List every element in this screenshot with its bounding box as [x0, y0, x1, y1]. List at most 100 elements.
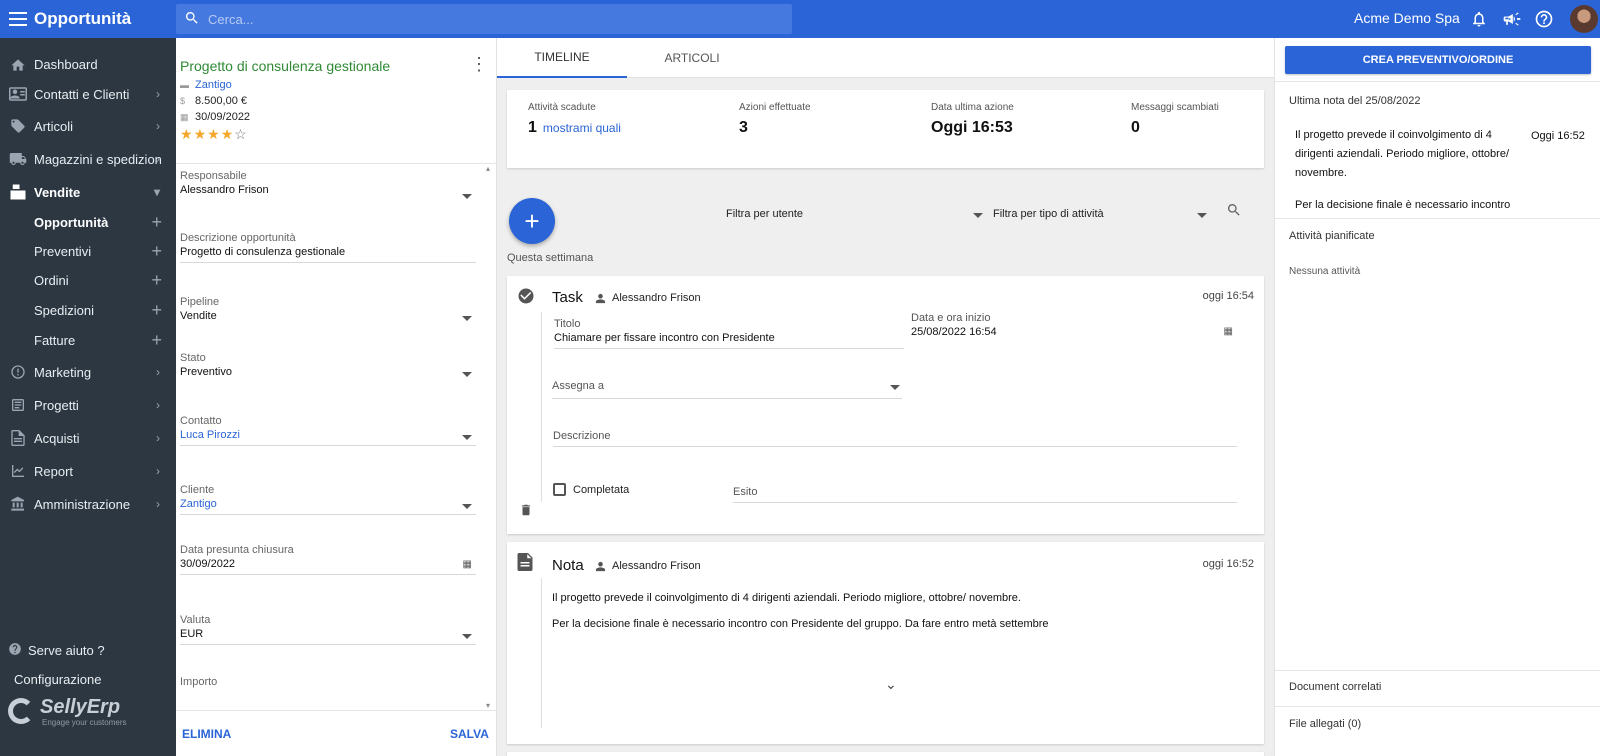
sidebar-subitem-fatture[interactable]: Fatture +: [0, 326, 176, 354]
filter-user-select[interactable]: Filtra per utente: [726, 208, 803, 220]
more-options-icon[interactable]: ⋮: [470, 54, 488, 75]
company-name[interactable]: Acme Demo Spa: [1354, 10, 1460, 26]
tab-bar: TIMELINE ARTICOLI: [497, 38, 1274, 78]
sidebar-item-label: Articoli: [34, 118, 74, 134]
add-ordine-icon[interactable]: +: [151, 270, 162, 291]
scroll-down-icon[interactable]: ▾: [486, 701, 490, 710]
sidebar-subitem-opportunita[interactable]: Opportunità +: [0, 208, 176, 236]
sidebar: Dashboard Contatti e Clienti › Articoli …: [0, 38, 176, 756]
user-avatar[interactable]: [1570, 5, 1598, 33]
search-input[interactable]: [208, 11, 768, 27]
sidebar-subitem-ordini[interactable]: Ordini +: [0, 266, 176, 294]
amount-value: 8.500,00 €: [195, 95, 247, 107]
sidebar-item-marketing[interactable]: Marketing ›: [0, 358, 176, 386]
importo-field[interactable]: Importo: [180, 676, 476, 704]
pipeline-field[interactable]: Pipeline Vendite: [180, 296, 476, 324]
dropdown-caret-icon[interactable]: [462, 504, 472, 509]
company-link[interactable]: Zantigo: [195, 79, 232, 91]
search-icon[interactable]: [1226, 202, 1242, 221]
add-opportunita-icon[interactable]: +: [151, 212, 162, 233]
dropdown-caret-icon[interactable]: [973, 213, 983, 218]
save-button[interactable]: SALVA: [450, 727, 489, 741]
sidebar-subitem-spedizioni[interactable]: Spedizioni +: [0, 296, 176, 324]
tab-articoli[interactable]: ARTICOLI: [627, 38, 757, 78]
dropdown-caret-icon[interactable]: [462, 316, 472, 321]
sidebar-item-vendite[interactable]: Vendite ▾: [0, 178, 176, 206]
show-overdue-link[interactable]: mostrami quali: [543, 121, 621, 135]
field-value[interactable]: Preventivo: [180, 366, 476, 380]
field-value[interactable]: Progetto di consulenza gestionale: [180, 246, 476, 260]
search-bar[interactable]: [176, 4, 792, 34]
contatto-field[interactable]: Contatto Luca Pirozzi: [180, 415, 476, 446]
help-icon[interactable]: [1534, 9, 1554, 29]
add-fattura-icon[interactable]: +: [151, 330, 162, 351]
field-value[interactable]: Chiamare per fissare incontro con Presid…: [554, 332, 904, 344]
help-link[interactable]: Serve aiuto ?: [8, 642, 105, 659]
add-preventivo-icon[interactable]: +: [151, 241, 162, 262]
sidebar-item-report[interactable]: Report ›: [0, 457, 176, 485]
dollar-icon: $: [180, 96, 186, 106]
create-quote-order-button[interactable]: CREA PREVENTIVO/ORDINE: [1285, 46, 1591, 74]
sidebar-item-magazzini[interactable]: Magazzini e spedizion ›: [0, 145, 176, 173]
responsabile-field[interactable]: Responsabile Alessandro Frison: [180, 170, 476, 199]
scroll-up-icon[interactable]: ▴: [486, 164, 490, 173]
field-value[interactable]: Zantigo: [180, 498, 476, 512]
task-descrizione-field[interactable]: Descrizione: [553, 430, 1237, 447]
valuta-field[interactable]: Valuta EUR: [180, 614, 476, 645]
sidebar-item-amministrazione[interactable]: Amministrazione ›: [0, 490, 176, 518]
expand-chevron-icon[interactable]: ⌄: [885, 676, 897, 693]
delete-button[interactable]: ELIMINA: [182, 727, 231, 741]
related-documents-link[interactable]: Document correlati: [1289, 681, 1381, 693]
star-icon[interactable]: ★: [207, 126, 221, 142]
chevron-right-icon: ›: [156, 464, 160, 478]
star-icon[interactable]: ★: [194, 126, 208, 142]
field-value[interactable]: [180, 690, 476, 704]
sidebar-item-articoli[interactable]: Articoli ›: [0, 112, 176, 140]
star-icon[interactable]: ★: [180, 126, 194, 142]
task-data-field[interactable]: Data e ora inizio 25/08/2022 16:54 ▦: [911, 312, 1237, 338]
calendar-icon[interactable]: ▦: [1224, 326, 1233, 337]
field-value[interactable]: Vendite: [180, 310, 476, 324]
attached-files-link[interactable]: File allegati (0): [1289, 718, 1361, 730]
megaphone-icon[interactable]: [1502, 9, 1522, 29]
dropdown-caret-icon[interactable]: [1197, 213, 1207, 218]
field-value[interactable]: Alessandro Frison: [180, 184, 476, 198]
star-icon[interactable]: ★: [221, 126, 235, 142]
hamburger-menu-icon[interactable]: [4, 0, 32, 38]
dropdown-caret-icon[interactable]: [462, 372, 472, 377]
tab-timeline[interactable]: TIMELINE: [497, 38, 627, 78]
field-value[interactable]: 30/09/2022: [180, 558, 476, 572]
check-circle-icon[interactable]: [517, 287, 535, 308]
star-empty-icon[interactable]: ☆: [234, 126, 248, 142]
sidebar-item-acquisti[interactable]: Acquisti ›: [0, 424, 176, 452]
dropdown-caret-icon[interactable]: [462, 634, 472, 639]
field-value[interactable]: EUR: [180, 628, 476, 642]
add-spedizione-icon[interactable]: +: [151, 300, 162, 321]
sidebar-subitem-preventivi[interactable]: Preventivi +: [0, 237, 176, 265]
field-value[interactable]: Luca Pirozzi: [180, 429, 476, 443]
chiusura-field[interactable]: Data presunta chiusura 30/09/2022 ▦: [180, 544, 476, 575]
calendar-icon[interactable]: ▦: [463, 559, 472, 570]
config-link[interactable]: Configurazione: [14, 672, 101, 687]
task-titolo-field[interactable]: Titolo Chiamare per fissare incontro con…: [554, 318, 904, 349]
dropdown-caret-icon[interactable]: [462, 435, 472, 440]
cliente-field[interactable]: Cliente Zantigo: [180, 484, 476, 515]
bell-icon[interactable]: [1470, 9, 1490, 29]
descrizione-field[interactable]: Descrizione opportunità Progetto di cons…: [180, 232, 476, 263]
dropdown-caret-icon[interactable]: [890, 385, 900, 390]
completata-checkbox[interactable]: [553, 483, 566, 496]
sidebar-item-progetti[interactable]: Progetti ›: [0, 391, 176, 419]
sidebar-item-contatti[interactable]: Contatti e Clienti ›: [0, 80, 176, 108]
logo-brand: SellyErp: [40, 696, 121, 718]
task-esito-field[interactable]: Esito: [733, 486, 1237, 503]
add-activity-button[interactable]: +: [509, 198, 555, 244]
filter-type-select[interactable]: Filtra per tipo di attività: [993, 208, 1104, 220]
sidebar-item-dashboard[interactable]: Dashboard: [0, 50, 176, 78]
rating-stars[interactable]: ★★★★☆: [180, 126, 248, 143]
stato-field[interactable]: Stato Preventivo: [180, 352, 476, 380]
delete-icon[interactable]: [519, 502, 533, 521]
field-value[interactable]: 25/08/2022 16:54: [911, 326, 1237, 338]
dropdown-caret-icon[interactable]: [462, 194, 472, 199]
task-assegna-field[interactable]: Assegna a: [552, 380, 902, 399]
details-scrollbar[interactable]: ▴ ▾: [484, 164, 496, 710]
